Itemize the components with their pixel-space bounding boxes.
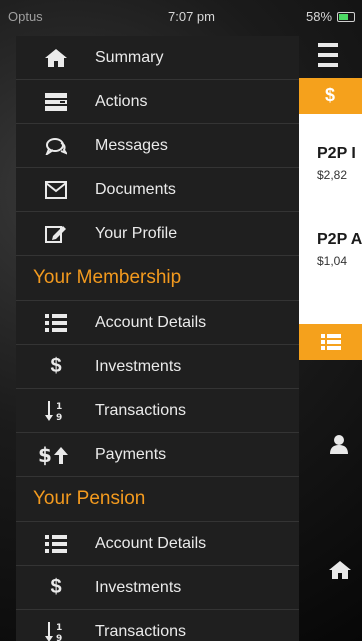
card-value: $1,04 [317, 254, 348, 268]
menu-item-pension-account-details[interactable]: Account Details [16, 522, 299, 566]
menu-item-your-profile[interactable]: Your Profile [16, 212, 299, 256]
menu-toggle-icon[interactable] [318, 43, 338, 69]
section-heading-pension: Your Pension [16, 477, 299, 522]
list-icon [321, 334, 341, 350]
card-value: $2,82 [317, 168, 348, 182]
section-heading-membership: Your Membership [16, 256, 299, 301]
menu-item-label: Actions [95, 92, 148, 110]
list-icon [38, 92, 74, 111]
edit-icon [38, 225, 74, 243]
menu-item-label: Documents [95, 180, 176, 198]
menu-item-membership-investments[interactable]: $ Investments [16, 345, 299, 389]
menu-item-label: Transactions [95, 401, 186, 419]
dollar-icon: $ [50, 355, 62, 377]
home-icon[interactable] [329, 561, 351, 579]
svg-text:$: $ [38, 444, 52, 466]
menu-item-label: Messages [95, 136, 168, 154]
list-icon [38, 534, 74, 553]
list-icon [38, 313, 74, 332]
dollar-icon: $ [50, 576, 62, 598]
menu-item-membership-transactions[interactable]: 19 Transactions [16, 389, 299, 433]
menu-item-label: Account Details [95, 313, 207, 331]
card-title: P2P A [317, 231, 362, 248]
menu-item-label: Transactions [95, 622, 186, 640]
battery-percent: 58% [306, 9, 333, 24]
envelope-icon [38, 180, 74, 199]
menu-item-membership-account-details[interactable]: Account Details [16, 301, 299, 345]
menu-item-label: Your Profile [95, 224, 178, 242]
svg-text:1: 1 [56, 402, 62, 412]
details-section-header[interactable] [299, 324, 362, 360]
svg-text:9: 9 [56, 634, 62, 641]
menu-item-pension-transactions[interactable]: 19 Transactions [16, 610, 299, 641]
battery-icon [337, 12, 355, 22]
main-content-peek: $ P2P I $2,82 P2P A $1,04 [299, 36, 362, 641]
menu-item-documents[interactable]: Documents [16, 168, 299, 212]
dollar-up-icon: $ [38, 444, 74, 466]
sort-numeric-icon: 19 [38, 621, 74, 641]
svg-text:9: 9 [56, 413, 62, 422]
card-title: P2P I [317, 145, 356, 162]
home-icon [38, 48, 74, 67]
chat-icon [38, 137, 74, 155]
sort-numeric-icon: 19 [38, 400, 74, 422]
menu-item-label: Summary [95, 48, 164, 66]
menu-item-messages[interactable]: Messages [16, 124, 299, 168]
menu-item-membership-payments[interactable]: $ Payments [16, 433, 299, 477]
investments-section-header[interactable]: $ [299, 78, 362, 114]
menu-item-pension-investments[interactable]: $ Investments [16, 566, 299, 610]
dollar-icon: $ [325, 85, 336, 105]
carrier-name: Optus [8, 9, 43, 24]
balance-cards: P2P I $2,82 P2P A $1,04 [299, 114, 362, 324]
user-icon[interactable] [330, 434, 348, 454]
menu-item-label: Account Details [95, 534, 207, 552]
menu-item-label: Payments [95, 445, 167, 463]
menu-item-summary[interactable]: Summary [16, 36, 299, 80]
navigation-drawer: Summary Actions Messages Documents Your … [16, 36, 299, 641]
menu-item-actions[interactable]: Actions [16, 80, 299, 124]
status-bar: Optus 7:07 pm 58% [0, 0, 362, 36]
clock: 7:07 pm [168, 9, 215, 24]
menu-item-label: Investments [95, 357, 182, 375]
menu-item-label: Investments [95, 578, 182, 596]
svg-text:1: 1 [56, 623, 62, 633]
